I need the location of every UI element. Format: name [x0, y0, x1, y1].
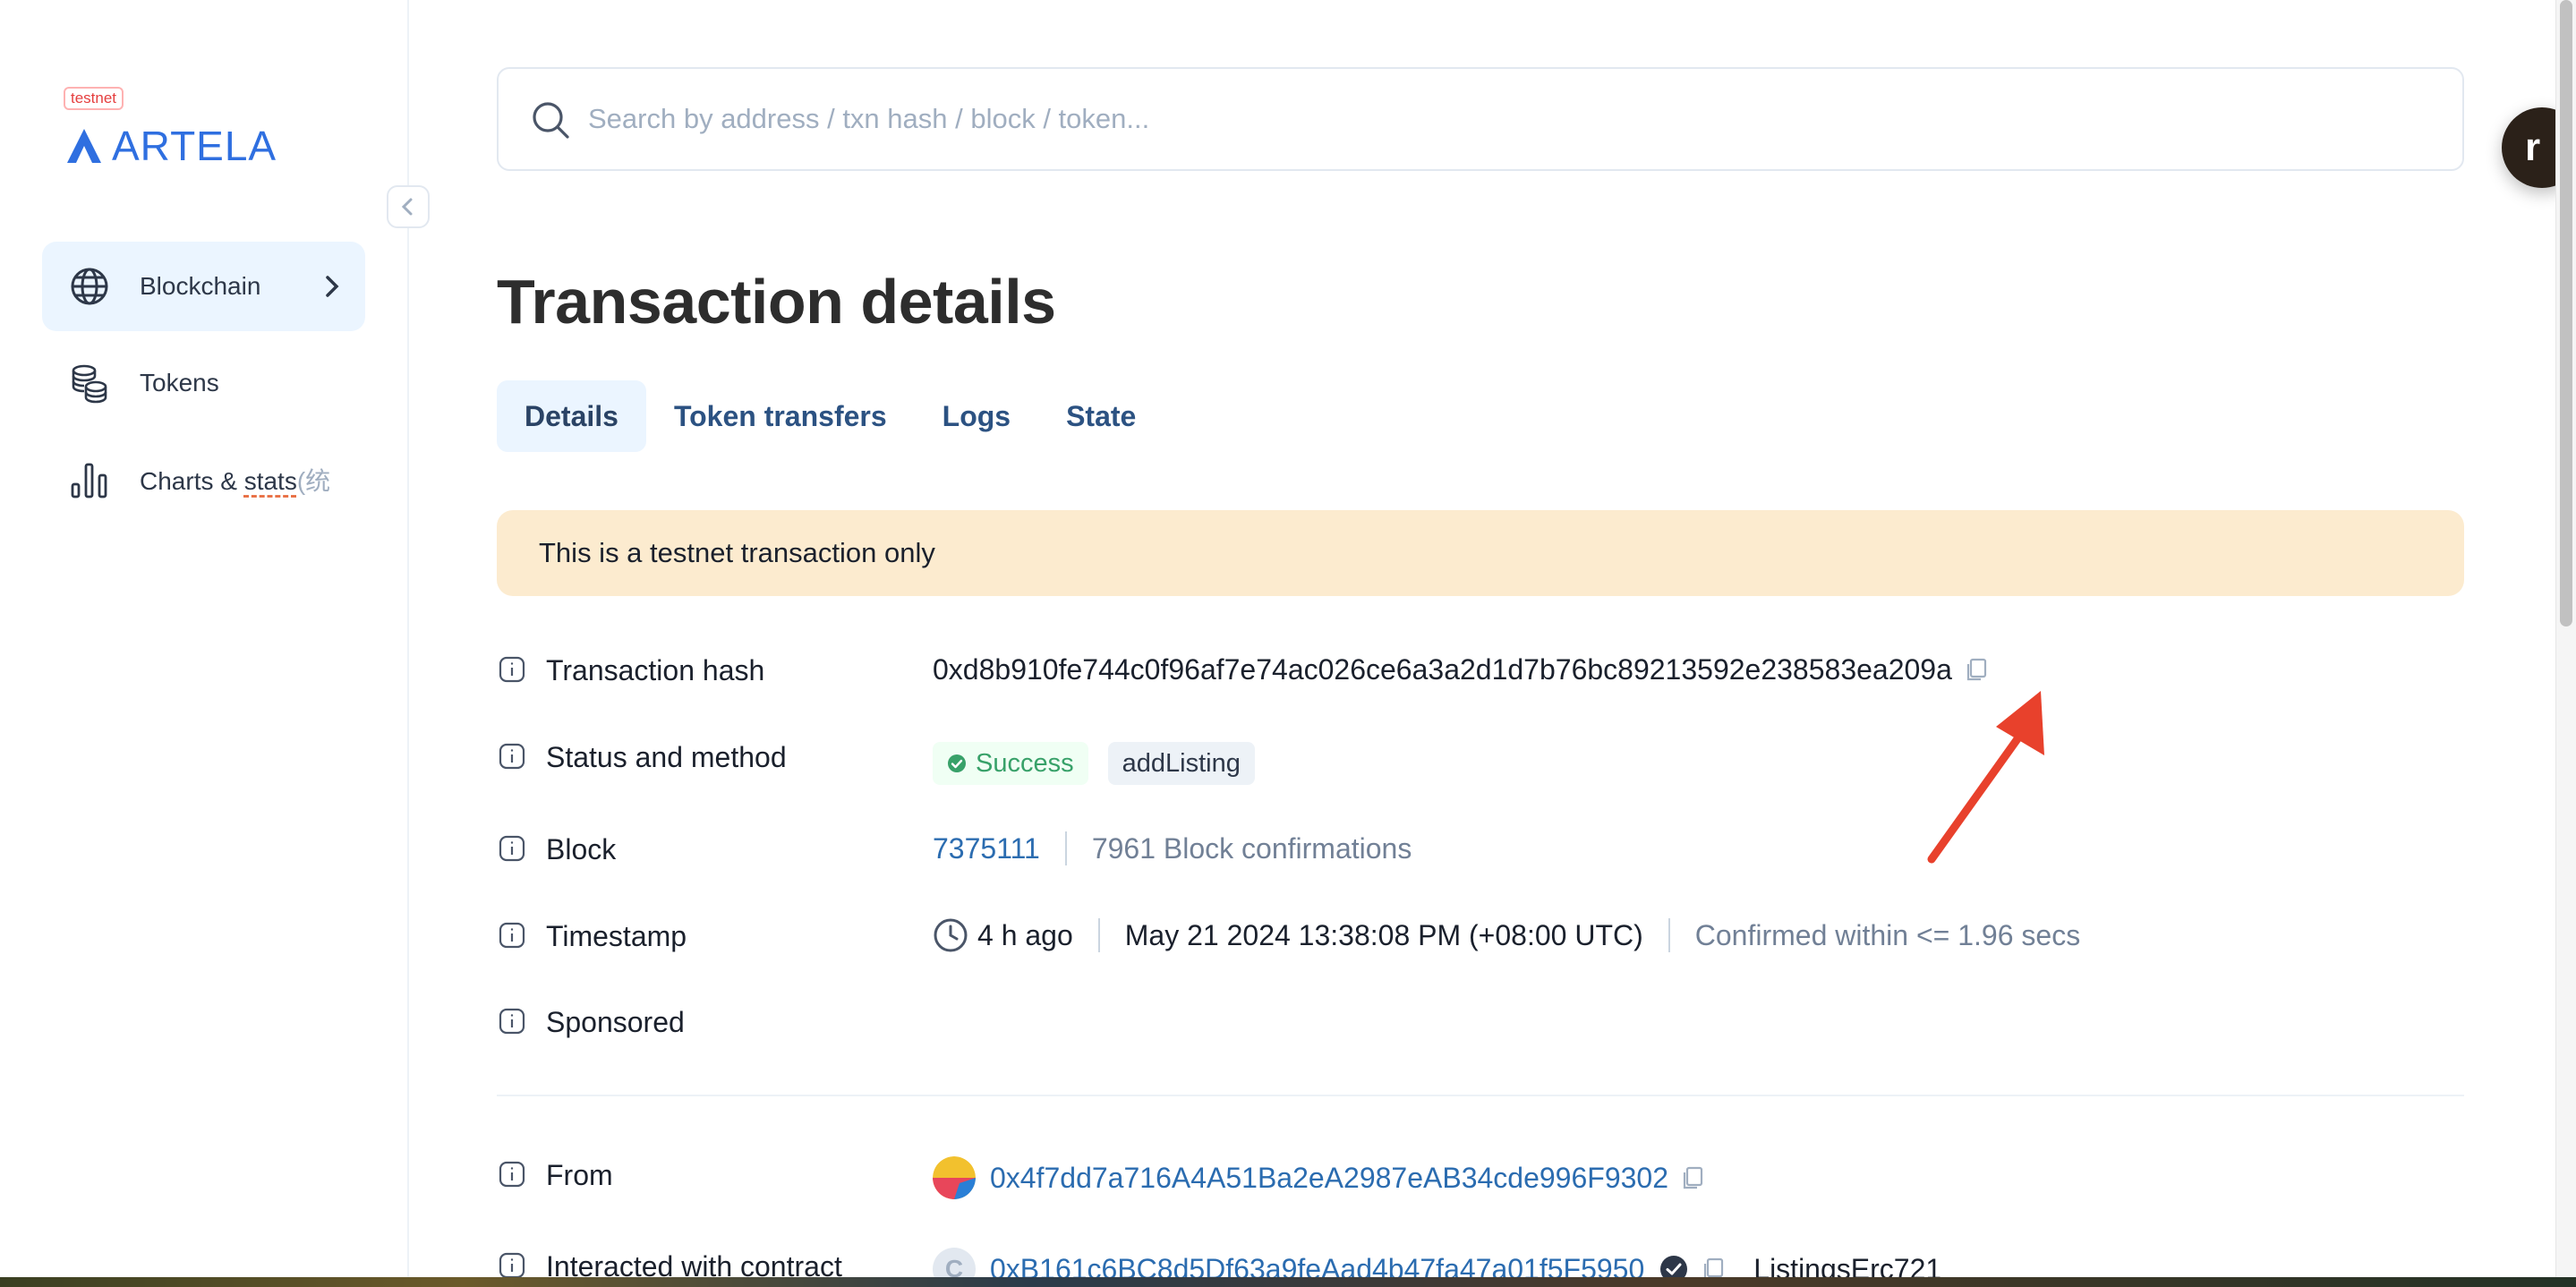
logo-text: ARTELA [112, 123, 277, 169]
row-label: Timestamp [546, 920, 687, 952]
verified-check-icon [1660, 1256, 1688, 1277]
contract-name: ListingsErc721 [1753, 1252, 1942, 1278]
row-value: 4 h ago May 21 2024 13:38:08 PM (+08:00 … [933, 908, 2080, 962]
copy-icon[interactable] [1963, 656, 1990, 683]
transaction-hash-value: 0xd8b910fe744c0f96af7e74ac026ce6a3a2d1d7… [933, 652, 1952, 686]
section-divider [497, 1095, 2464, 1096]
info-icon[interactable] [499, 835, 525, 862]
row-value: 0xd8b910fe744c0f96af7e74ac026ce6a3a2d1d7… [933, 643, 1990, 696]
row-label: Transaction hash [546, 654, 765, 686]
alert-text: This is a testnet transaction only [539, 537, 935, 568]
sidebar-item-label: Charts & stats(统 [140, 467, 331, 495]
block-number-link[interactable]: 7375111 [933, 832, 1040, 865]
tab-bar: Details Token transfers Logs State [497, 380, 1164, 452]
timestamp-absolute: May 21 2024 13:38:08 PM (+08:00 UTC) [1124, 918, 1643, 951]
tab-token-transfers[interactable]: Token transfers [646, 380, 915, 452]
info-icon[interactable] [499, 656, 525, 683]
globe-icon [71, 268, 108, 305]
chevron-right-icon [326, 276, 339, 297]
confirmation-time: Confirmed within <= 1.96 secs [1694, 918, 2081, 951]
separator [1064, 831, 1067, 865]
sidebar-item-charts-stats[interactable]: Charts & stats(统 [42, 435, 365, 524]
separator [1668, 918, 1670, 952]
detail-row-timestamp: Timestamp 4 h ago May 21 2024 13:38:08 P… [497, 908, 2464, 962]
row-label: From [546, 1159, 613, 1191]
check-circle-icon [948, 754, 966, 772]
row-value: C 0xB161c6BC8d5Df63a9feAad4b47fa47a01f5F… [933, 1242, 1941, 1277]
annotation-arrow-icon [1927, 691, 2044, 864]
from-address-link[interactable]: 0x4f7dd7a716A4A51Ba2eA2987eAB34cde996F93… [990, 1162, 1668, 1195]
row-value: 7375111 7961 Block confirmations [933, 822, 1412, 875]
copy-icon[interactable] [1679, 1164, 1706, 1191]
contract-avatar: C [933, 1248, 976, 1277]
sidebar-item-tokens[interactable]: Tokens [42, 338, 365, 428]
artela-logo-icon [67, 129, 101, 163]
block-confirmations: 7961 Block confirmations [1091, 831, 1412, 865]
tab-logs[interactable]: Logs [915, 380, 1038, 452]
bar-chart-icon [71, 463, 107, 499]
detail-row-contract: Interacted with contract C 0xB161c6BC8d5… [497, 1239, 2464, 1277]
row-label: Sponsored [546, 1006, 685, 1038]
chevron-left-icon [401, 198, 413, 216]
sidebar-item-blockchain[interactable]: Blockchain [42, 242, 365, 331]
tab-details[interactable]: Details [497, 380, 646, 452]
coins-icon [72, 364, 107, 404]
sidebar: testnet ARTELA Blockchain Tokens Charts … [0, 0, 409, 1277]
row-value: Success addListing [933, 737, 1255, 790]
info-icon[interactable] [499, 1252, 525, 1277]
detail-row-from: From 0x4f7dd7a716A4A51Ba2eA2987eAB34cde9… [497, 1147, 2464, 1201]
desktop-background [0, 1277, 2576, 1287]
row-label: Interacted with contract [546, 1250, 842, 1277]
status-text: Success [976, 748, 1074, 778]
browser-window: testnet ARTELA Blockchain Tokens Charts … [0, 0, 2576, 1277]
widget-letter: r [2525, 125, 2541, 169]
separator [1097, 918, 1100, 952]
page-scrollbar-thumb[interactable] [2560, 0, 2572, 626]
status-badge: Success [933, 742, 1088, 785]
row-value: 0x4f7dd7a716A4A51Ba2eA2987eAB34cde996F93… [933, 1151, 1706, 1205]
method-badge: addListing [1107, 742, 1255, 785]
testnet-badge: testnet [64, 87, 124, 110]
detail-row-status-method: Status and method Success addListing [497, 729, 2464, 785]
testnet-alert: This is a testnet transaction only [497, 510, 2464, 596]
contract-address-link[interactable]: 0xB161c6BC8d5Df63a9feAad4b47fa47a01f5F59… [990, 1253, 1644, 1278]
search-bar[interactable] [497, 67, 2464, 171]
info-icon[interactable] [499, 922, 525, 949]
artela-logo[interactable]: ARTELA [64, 125, 277, 166]
row-label: Status and method [546, 741, 787, 773]
info-icon[interactable] [499, 1008, 525, 1035]
copy-icon[interactable] [1700, 1256, 1727, 1277]
sidebar-item-label: Blockchain [140, 272, 261, 300]
info-icon[interactable] [499, 743, 525, 770]
timestamp-relative: 4 h ago [977, 918, 1073, 951]
tab-state[interactable]: State [1038, 380, 1164, 452]
search-icon [533, 102, 569, 139]
search-input[interactable] [588, 96, 2423, 142]
collapse-sidebar-button[interactable] [387, 185, 430, 228]
info-icon[interactable] [499, 1161, 525, 1188]
address-avatar [933, 1156, 976, 1199]
detail-row-transaction-hash: Transaction hash 0xd8b910fe744c0f96af7e7… [497, 643, 2464, 696]
page-title: Transaction details [497, 267, 1056, 337]
sidebar-item-label: Tokens [140, 369, 219, 396]
detail-row-block: Block 7375111 7961 Block confirmations [497, 822, 2464, 875]
row-label: Block [546, 833, 617, 865]
detail-row-sponsored: Sponsored [497, 994, 2464, 1048]
clock-icon [934, 918, 968, 952]
